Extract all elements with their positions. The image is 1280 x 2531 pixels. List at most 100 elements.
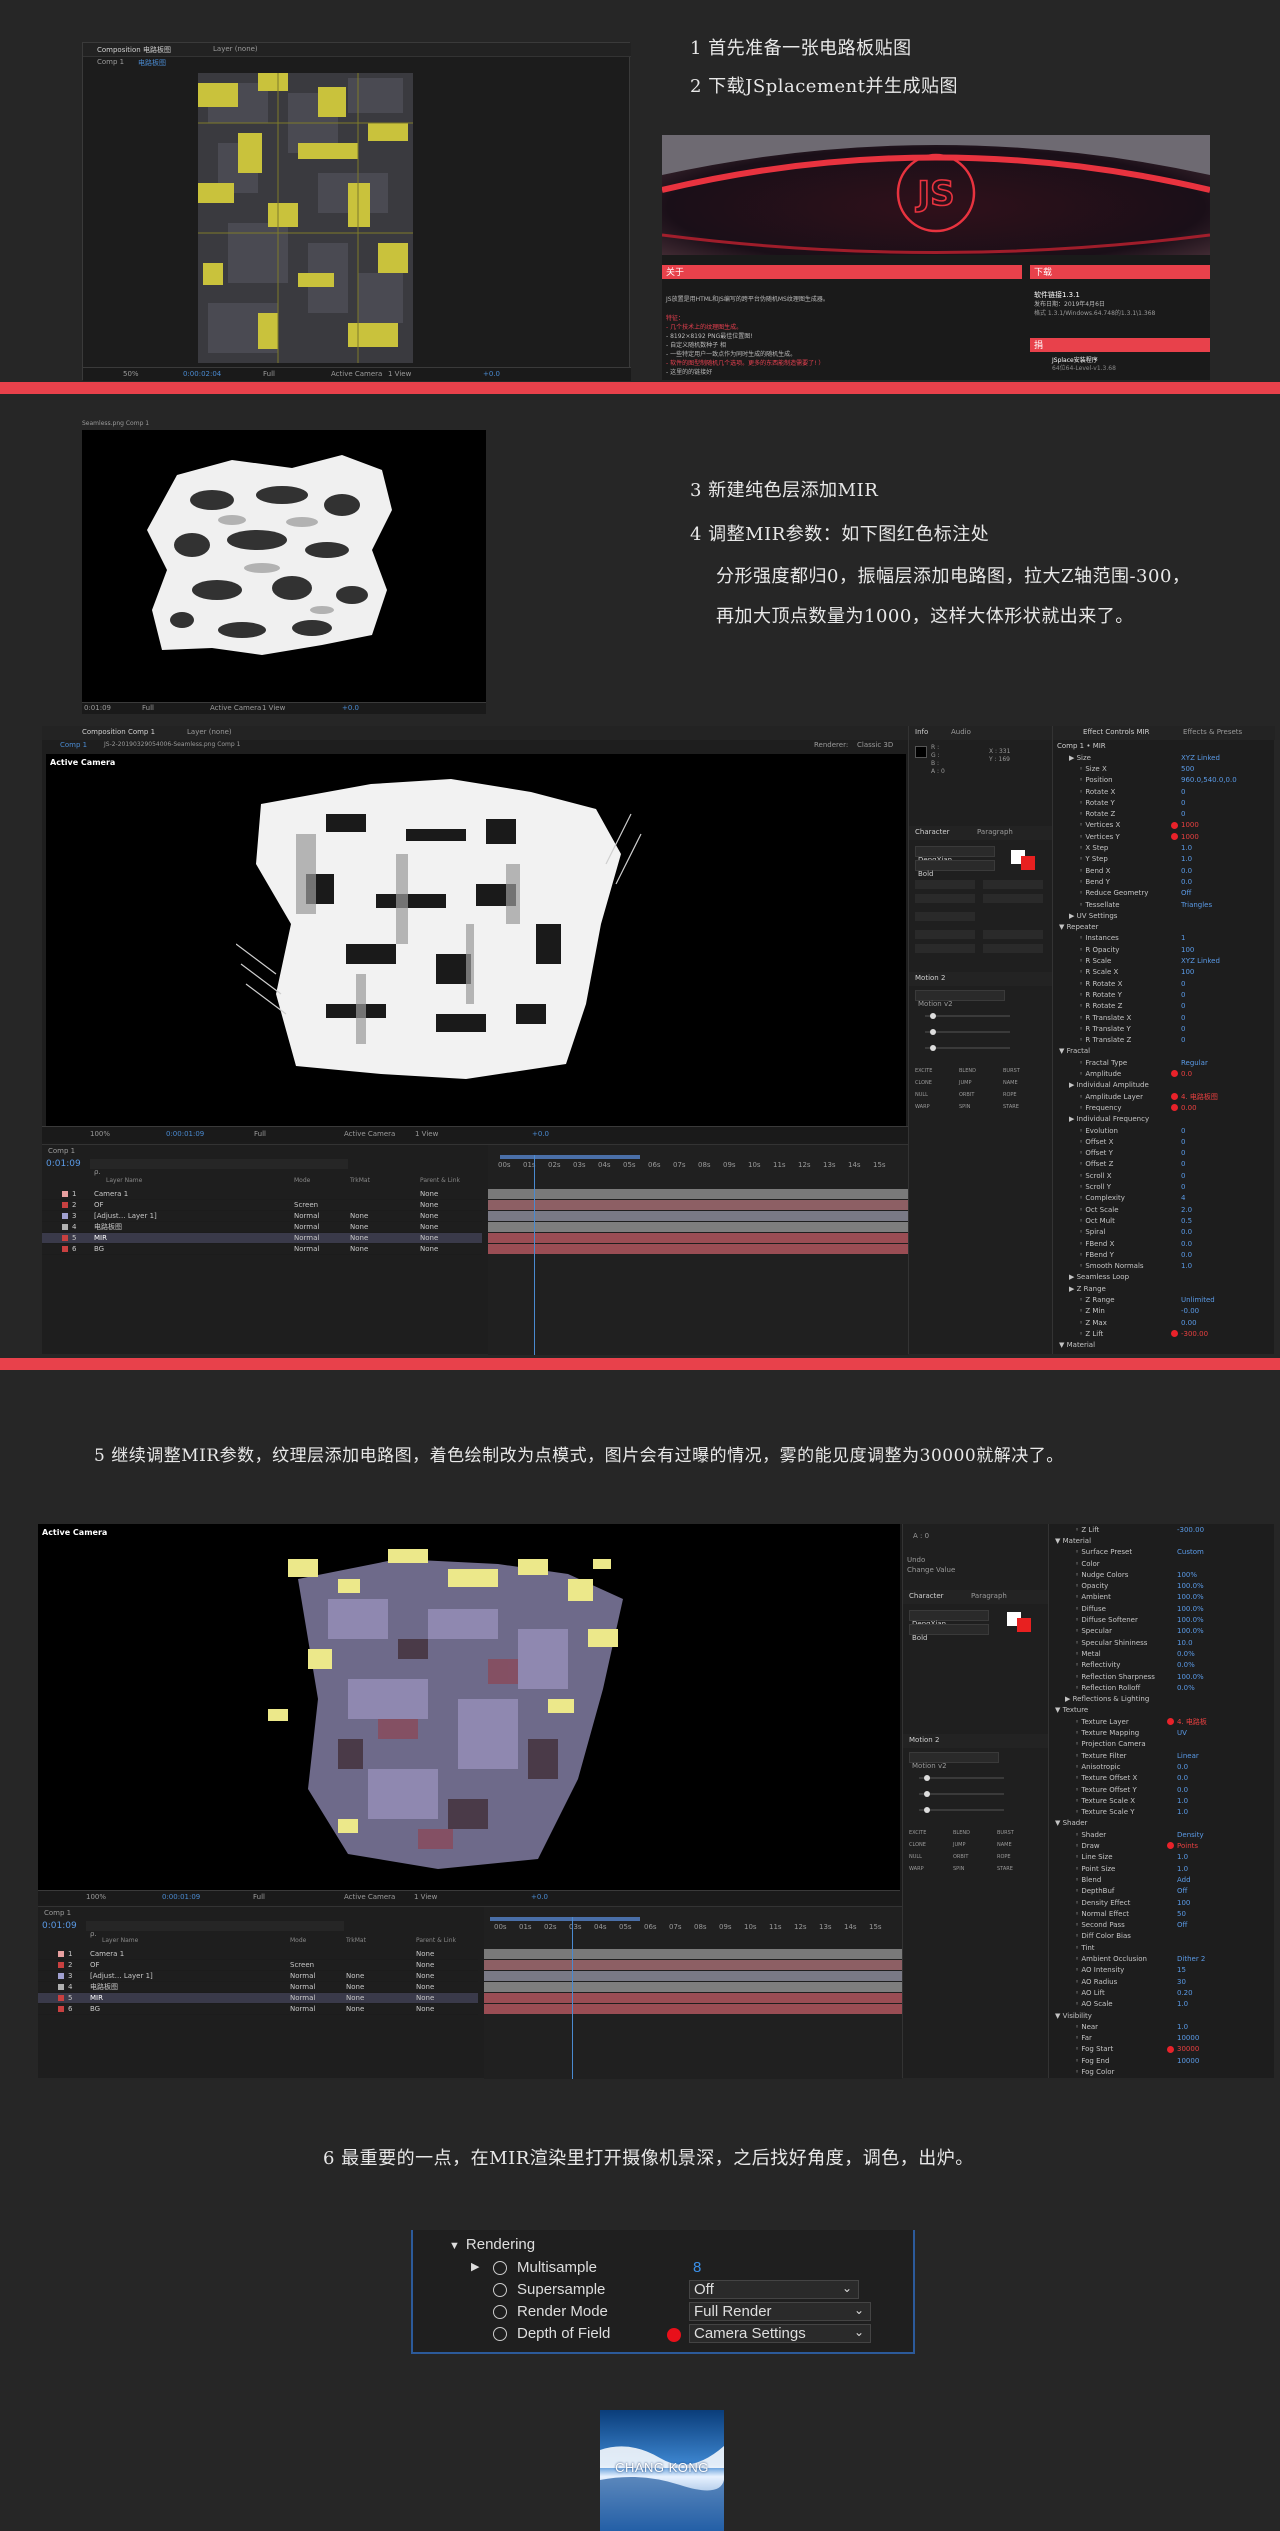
effect-value[interactable]: 10.0 <box>1177 1639 1193 1647</box>
layer-color-swatch[interactable] <box>62 1235 68 1241</box>
effect-value[interactable]: 0 <box>1181 991 1185 999</box>
layer-color-swatch[interactable] <box>58 1973 64 1979</box>
preview-view[interactable]: 1 View <box>262 704 285 712</box>
effect-value[interactable]: 0 <box>1181 1172 1185 1180</box>
tab-paragraph[interactable]: Paragraph <box>971 1592 1007 1600</box>
timeline-comp-tab[interactable]: Comp 1 <box>44 1909 71 1917</box>
effect-value[interactable]: XYZ Linked <box>1181 754 1220 762</box>
effect-value[interactable]: Off <box>1177 1887 1187 1895</box>
effect-value[interactable]: 0.0% <box>1177 1650 1195 1658</box>
tab-character[interactable]: Character <box>909 1592 944 1600</box>
layer-row[interactable]: 6 BG Normal None None <box>42 1244 482 1255</box>
effect-row[interactable]: ◦ Line Size 1.0 <box>1049 1852 1275 1863</box>
effect-value[interactable]: -300.00 <box>1181 1330 1208 1338</box>
layer-color-swatch[interactable] <box>58 1984 64 1990</box>
effect-value[interactable]: Off <box>1181 889 1191 897</box>
effect-value[interactable]: 0.5 <box>1181 1217 1192 1225</box>
effect-value[interactable]: 1 <box>1181 934 1185 942</box>
effect-row[interactable]: ◦ Z Lift -300.00 <box>1049 1524 1275 1535</box>
download-link[interactable]: 软件链接1.3.1 <box>1034 291 1209 300</box>
effect-value[interactable]: Dither 2 <box>1177 1955 1205 1963</box>
effect-value[interactable]: -0.00 <box>1181 1307 1199 1315</box>
zoom-select[interactable]: 100% <box>90 1130 110 1138</box>
effect-value[interactable]: 0.0 <box>1181 1070 1192 1078</box>
effect-row[interactable]: ◦ AO Lift 0.20 <box>1049 1987 1275 1998</box>
effect-value[interactable]: Density <box>1177 1831 1204 1839</box>
motion-stare-button[interactable]: STARE <box>997 1866 1041 1872</box>
rendering-header[interactable]: ▼ Rendering <box>449 2236 535 2253</box>
tab-paragraph[interactable]: Paragraph <box>977 828 1013 836</box>
effect-row[interactable]: ◦ AO Scale 1.0 <box>1049 1999 1275 2010</box>
effect-row[interactable]: ▶ Reflections & Lighting <box>1049 1694 1275 1705</box>
effect-row[interactable]: ▶ Individual Frequency <box>1053 1114 1275 1125</box>
effect-row[interactable]: ◦ Position 960.0,540.0,0.0 <box>1053 775 1275 786</box>
effect-row[interactable]: ◦ Reflection Rolloff 0.0% <box>1049 1682 1275 1693</box>
layer-track-bar[interactable] <box>488 1233 908 1244</box>
effect-row[interactable]: ◦ R Scale XYZ Linked <box>1053 955 1275 966</box>
motion-null-button[interactable]: NULL <box>915 1092 959 1098</box>
effect-row[interactable]: ◦ Vertices Y 1000 <box>1053 831 1275 842</box>
effect-value[interactable]: Regular <box>1181 1059 1208 1067</box>
tab-info[interactable]: Info <box>915 728 928 736</box>
effect-row[interactable]: ◦ Texture Layer 4. 电路板 <box>1049 1716 1275 1727</box>
effect-row[interactable]: ◦ Anisotropic 0.0 <box>1049 1761 1275 1772</box>
effect-value[interactable]: 0.0% <box>1177 1661 1195 1669</box>
tab-effect-controls[interactable]: Effect Controls MIR <box>1083 728 1150 736</box>
effect-row[interactable]: ◦ R Opacity 100 <box>1053 944 1275 955</box>
preview-time[interactable]: 0:01:09 <box>84 704 111 712</box>
effect-row[interactable]: ◦ Diff Color Bias <box>1049 1931 1275 1942</box>
effect-row[interactable]: ◦ Surface Preset Custom <box>1049 1547 1275 1558</box>
timeline-current-time[interactable]: 0:01:09 <box>46 1159 81 1169</box>
effect-row[interactable]: ◦ Size X 500 <box>1053 763 1275 774</box>
layer-row[interactable]: 1 Camera 1 None <box>38 1949 478 1960</box>
effect-row[interactable]: ◦ Specular 100.0% <box>1049 1626 1275 1637</box>
effect-row[interactable]: ◦ Amplitude Layer 4. 电路板图 <box>1053 1091 1275 1102</box>
exposure-offset[interactable]: +0.0 <box>483 370 500 378</box>
effect-row[interactable]: ◦ FBend Y 0.0 <box>1053 1249 1275 1260</box>
effect-row[interactable]: ◦ Shader Density <box>1049 1829 1275 1840</box>
comp-crumb[interactable]: Comp 1 <box>97 58 124 66</box>
effect-row[interactable]: ◦ Opacity 100.0% <box>1049 1581 1275 1592</box>
motion-null-button[interactable]: NULL <box>909 1854 953 1860</box>
effect-value[interactable]: 100.0% <box>1177 1593 1204 1601</box>
effect-value[interactable]: 0 <box>1181 1183 1185 1191</box>
tab-audio[interactable]: Audio <box>951 728 971 736</box>
zoom-select[interactable]: 50% <box>123 370 139 378</box>
effect-value[interactable]: 100 <box>1181 968 1194 976</box>
motion-version-select[interactable]: Motion v2 <box>909 1752 999 1770</box>
effect-value[interactable]: 0.0 <box>1181 1251 1192 1259</box>
motion-excite-button[interactable]: EXCITE <box>915 1068 959 1074</box>
effect-value[interactable]: 1.0 <box>1177 1853 1188 1861</box>
effect-value[interactable]: 1.0 <box>1177 1808 1188 1816</box>
motion-burst-button[interactable]: BURST <box>1003 1068 1047 1074</box>
effect-row[interactable]: ◦ Z Lift -300.00 <box>1053 1328 1275 1339</box>
effect-row[interactable]: ◦ Fog Color <box>1049 2066 1275 2077</box>
effect-row[interactable]: ◦ Rotate Y 0 <box>1053 797 1275 808</box>
comp-path[interactable]: JS-2-20190329054006-Seamless.png Comp 1 <box>104 741 240 748</box>
effect-row[interactable]: ◦ Oct Scale 2.0 <box>1053 1204 1275 1215</box>
effect-row[interactable]: ◦ Projection Camera <box>1049 1739 1275 1750</box>
motion-name-button[interactable]: NAME <box>1003 1080 1047 1086</box>
viewer-canvas[interactable]: Active Camera <box>38 1524 900 1890</box>
multisample-value[interactable]: 8 <box>693 2259 701 2276</box>
renderer-value[interactable]: Classic 3D <box>857 741 893 749</box>
effect-value[interactable]: 0 <box>1181 788 1185 796</box>
playhead[interactable] <box>534 1155 535 1355</box>
motion-rope-button[interactable]: ROPE <box>997 1854 1041 1860</box>
motion-stare-button[interactable]: STARE <box>1003 1104 1047 1110</box>
effect-row[interactable]: ◦ Diffuse 100.0% <box>1049 1603 1275 1614</box>
effect-value[interactable]: 1.0 <box>1177 2023 1188 2031</box>
preview-camera[interactable]: Active Camera <box>210 704 261 712</box>
motion-blend-button[interactable]: BLEND <box>953 1830 997 1836</box>
effect-row[interactable]: ▼ Material <box>1053 1340 1275 1351</box>
layer-track-bar[interactable] <box>488 1211 908 1222</box>
stopwatch-icon[interactable] <box>493 2305 507 2319</box>
effect-value[interactable]: 0.00 <box>1181 1104 1197 1112</box>
layer-track-bar[interactable] <box>484 1982 902 1993</box>
motion-excite-button[interactable]: EXCITE <box>909 1830 953 1836</box>
tab-character[interactable]: Character <box>915 828 950 836</box>
style-select[interactable]: Bold <box>909 1624 989 1642</box>
motion-spin-button[interactable]: SPIN <box>953 1866 997 1872</box>
effect-row[interactable]: ◦ Oct Mult 0.5 <box>1053 1215 1275 1226</box>
effect-row[interactable]: ▼ Shader <box>1049 1818 1275 1829</box>
